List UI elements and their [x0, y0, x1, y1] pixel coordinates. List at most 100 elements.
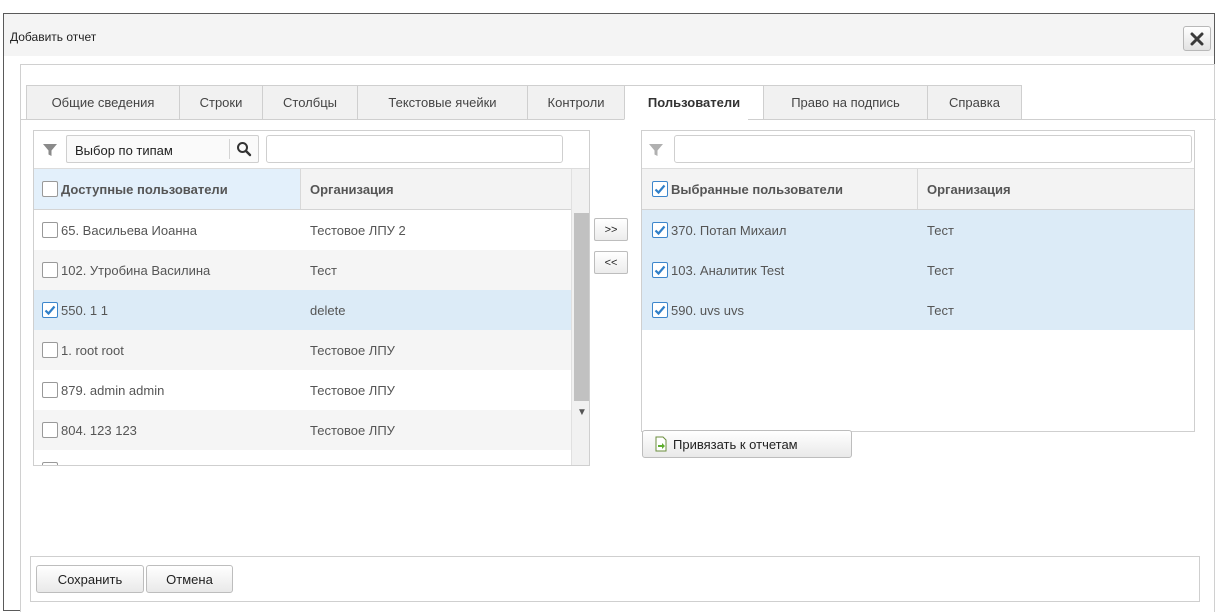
dialog-footer: Сохранить Отмена — [30, 556, 1200, 602]
user-name: 1. root root — [61, 342, 124, 358]
tab-label: Строки — [199, 95, 243, 110]
check-icon — [654, 225, 666, 236]
user-name: 65. Васильева Иоанна — [61, 222, 197, 238]
user-cell: 590. uvs uvs — [652, 290, 744, 330]
close-icon — [1190, 32, 1204, 45]
tab-label: Столбцы — [283, 95, 337, 110]
tab-rows[interactable]: Строки — [179, 85, 263, 120]
table-row[interactable]: 65. Васильева Иоанна Тестовое ЛПУ 2 — [34, 210, 571, 250]
tab-label: Текстовые ячейки — [388, 95, 497, 110]
user-cell: 879. admin admin — [42, 370, 164, 410]
user-name: 370. Потап Михаил — [671, 222, 787, 238]
tab-label: Контроли — [547, 95, 605, 110]
search-icon[interactable] — [236, 141, 252, 157]
user-name: 550. 1 1 — [61, 302, 108, 318]
user-name: 103. Аналитик Test — [671, 262, 785, 278]
org-cell: delete — [310, 302, 346, 318]
org-cell: Тест — [927, 222, 954, 238]
row-checkbox[interactable] — [42, 382, 58, 398]
add-report-dialog: Добавить отчет Общие сведения Строки Сто… — [3, 13, 1216, 612]
filter-icon[interactable] — [42, 142, 58, 158]
cancel-button[interactable]: Отмена — [146, 565, 233, 593]
bind-to-reports-button[interactable]: Привязать к отчетам — [642, 430, 852, 458]
org-cell: Тестовое ЛПУ — [310, 382, 395, 398]
table-row-selected[interactable]: 590. uvs uvs Тест — [642, 290, 1194, 330]
selected-search-input[interactable] — [674, 135, 1192, 163]
available-toolbar: Выбор по типам — [34, 131, 589, 169]
tab-label: Пользователи — [647, 95, 741, 110]
scrollbar-thumb[interactable] — [574, 213, 589, 401]
table-row[interactable]: 879. admin admin Тестовое ЛПУ — [34, 370, 571, 410]
tab-general[interactable]: Общие сведения — [26, 85, 180, 120]
selected-toolbar — [642, 131, 1194, 169]
row-checkbox[interactable] — [42, 342, 58, 358]
check-icon — [654, 265, 666, 276]
row-checkbox[interactable] — [42, 462, 58, 465]
scroll-down-icon[interactable]: ▼ — [577, 407, 587, 418]
user-name: 804. 123 123 — [61, 422, 137, 438]
tab-text-cells[interactable]: Текстовые ячейки — [357, 85, 528, 120]
check-icon — [654, 305, 666, 316]
tab-help[interactable]: Справка — [927, 85, 1022, 120]
tab-signature-right[interactable]: Право на подпись — [763, 85, 928, 120]
filter-icon[interactable] — [648, 142, 664, 158]
select-all-checkbox[interactable] — [42, 181, 58, 197]
add-selected-button[interactable]: >> — [594, 218, 628, 241]
bind-button-label: Привязать к отчетам — [673, 436, 798, 452]
column-separator — [917, 169, 918, 209]
dialog-title: Добавить отчет — [10, 30, 97, 44]
header-available-users[interactable]: Доступные пользователи — [34, 169, 300, 209]
tab-divider — [748, 119, 1216, 120]
header-organization[interactable]: Организация — [927, 169, 1177, 209]
org-cell: Тест — [310, 262, 337, 278]
available-table-header: Доступные пользователи Организация — [34, 169, 571, 210]
column-title: Организация — [927, 181, 1011, 197]
table-row-selected[interactable]: 370. Потап Михаил Тест — [642, 210, 1194, 250]
column-title: Организация — [310, 181, 394, 197]
close-button[interactable] — [1183, 26, 1211, 51]
user-cell — [42, 450, 61, 465]
select-all-checkbox[interactable] — [652, 181, 668, 197]
tab-users[interactable]: Пользователи — [624, 85, 764, 120]
table-row[interactable]: 1. root root Тестовое ЛПУ — [34, 330, 571, 370]
org-cell: Тестовое ЛПУ 2 — [310, 222, 406, 238]
row-checkbox[interactable] — [42, 222, 58, 238]
type-filter-label: Выбор по типам — [75, 143, 173, 158]
tab-columns[interactable]: Столбцы — [262, 85, 358, 120]
check-icon — [654, 184, 666, 195]
user-cell: 65. Васильева Иоанна — [42, 210, 197, 250]
column-title: Доступные пользователи — [61, 181, 228, 197]
tab-label: Справка — [949, 95, 1000, 110]
table-row-partial[interactable] — [34, 450, 571, 465]
row-checkbox[interactable] — [42, 262, 58, 278]
row-checkbox[interactable] — [42, 302, 58, 318]
header-selected-users[interactable]: Выбранные пользователи — [642, 169, 916, 209]
row-checkbox[interactable] — [652, 262, 668, 278]
table-row-selected[interactable]: 550. 1 1 delete — [34, 290, 571, 330]
user-cell: 370. Потап Михаил — [652, 210, 786, 250]
row-checkbox[interactable] — [652, 222, 668, 238]
save-button[interactable]: Сохранить — [36, 565, 144, 593]
header-organization[interactable]: Организация — [310, 169, 560, 209]
table-row-selected[interactable]: 103. Аналитик Test Тест — [642, 250, 1194, 290]
org-cell: Тестовое ЛПУ — [310, 422, 395, 438]
available-search-input[interactable] — [266, 135, 563, 163]
selected-users-panel: Выбранные пользователи Организация 370. … — [641, 130, 1195, 432]
org-cell: Тест — [927, 302, 954, 318]
available-scrollbar[interactable]: ▲ ▼ — [571, 169, 589, 465]
column-title: Выбранные пользователи — [671, 181, 844, 197]
tab-divider — [21, 119, 608, 120]
user-cell: 804. 123 123 — [42, 410, 137, 450]
type-filter-dropdown[interactable]: Выбор по типам — [66, 135, 259, 163]
table-row[interactable]: 102. Утробина Василина Тест — [34, 250, 571, 290]
row-checkbox[interactable] — [652, 302, 668, 318]
user-cell: 103. Аналитик Test — [652, 250, 784, 290]
check-icon — [44, 305, 56, 316]
remove-selected-button[interactable]: << — [594, 251, 628, 274]
row-checkbox[interactable] — [42, 422, 58, 438]
tab-bar: Общие сведения Строки Столбцы Текстовые … — [21, 85, 1214, 120]
user-cell: 102. Утробина Василина — [42, 250, 210, 290]
user-cell: 550. 1 1 — [42, 290, 108, 330]
table-row[interactable]: 804. 123 123 Тестовое ЛПУ — [34, 410, 571, 450]
tab-controls[interactable]: Контроли — [527, 85, 625, 120]
